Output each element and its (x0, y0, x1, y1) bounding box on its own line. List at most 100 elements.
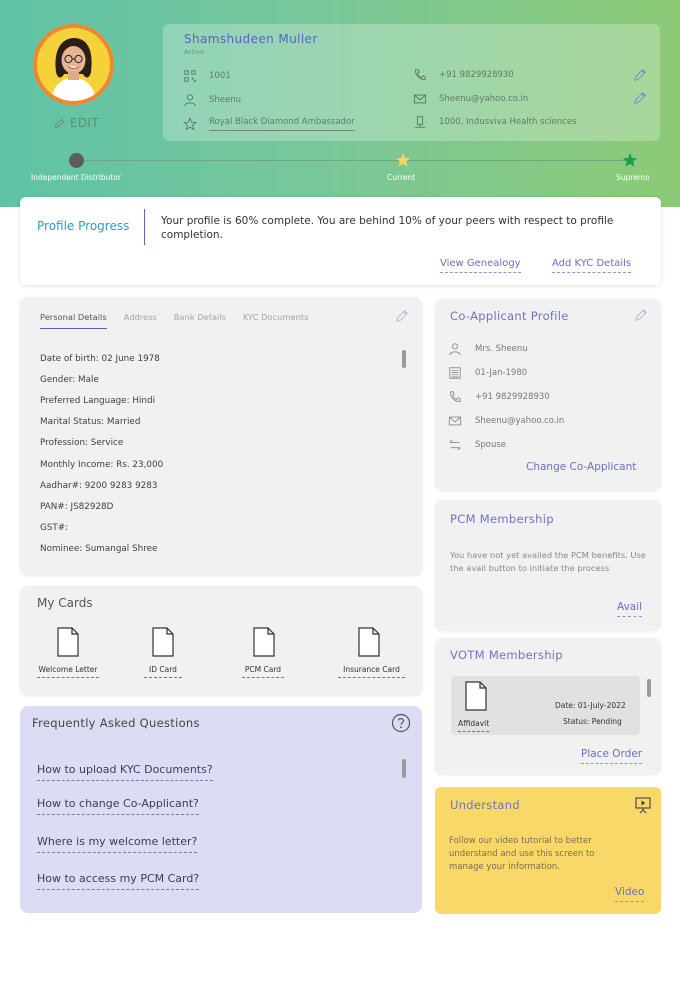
help-icon[interactable] (391, 713, 411, 733)
company-name: 1000, Indusviva Health sciences (439, 117, 577, 127)
personal-details-card: Personal Details Address Bank Details KY… (20, 297, 422, 575)
edit-phone-icon[interactable] (633, 68, 647, 82)
faq-scrollbar[interactable] (402, 759, 406, 778)
edit-co-applicant-icon[interactable] (634, 308, 648, 322)
insurance-card-icon[interactable] (358, 627, 380, 657)
person-icon (449, 343, 461, 356)
sponsor-name: Sheenu (209, 95, 242, 105)
tracker-end-label: Supremo (616, 173, 650, 182)
votm-membership-card: VOTM Membership Affidavit Date: 01-July-… (435, 638, 661, 774)
co-applicant-name-row: Mrs. Sheenu (448, 342, 528, 356)
detail-row: Aadhar#: 9200 9283 9283 (40, 481, 158, 491)
edit-profile-button[interactable]: EDIT (54, 116, 99, 130)
pencil-icon (54, 118, 65, 128)
rank-row: Royal Black Diamond Ambassador (183, 117, 355, 131)
email-row: Sheenu@yahoo.co.in (413, 92, 528, 106)
building-icon (414, 116, 426, 128)
edit-details-icon[interactable] (395, 309, 409, 323)
user-id-row: 1001 (183, 69, 231, 83)
id-card-icon[interactable] (152, 627, 174, 657)
change-co-applicant-link[interactable]: Change Co-Applicant (526, 461, 636, 473)
faq-question[interactable]: How to access my PCM Card? (37, 872, 200, 890)
tab-address[interactable]: Address (124, 312, 157, 329)
co-applicant-dob-row: 01-Jan-1980 (448, 366, 527, 380)
pcm-card-label[interactable]: PCM Card (242, 665, 284, 678)
phone-number: +91 9829928930 (439, 70, 514, 80)
affidavit-icon (465, 681, 487, 711)
faq-title: Frequently Asked Questions (32, 716, 200, 730)
co-applicant-phone-row: +91 9829928930 (448, 390, 550, 404)
welcome-letter-icon[interactable] (57, 627, 79, 657)
insurance-card-label[interactable]: Insurance Card (338, 665, 405, 678)
detail-row: Profession: Service (40, 438, 124, 448)
detail-row: Nominee: Sumangal Shree (40, 544, 158, 554)
divider (144, 209, 145, 245)
tab-bank-details[interactable]: Bank Details (174, 312, 226, 329)
user-name: Shamshudeen Muller (184, 32, 318, 46)
profile-progress-title: Profile Progress (37, 219, 130, 233)
tracker-start-label: Independent Distributor (31, 173, 121, 182)
faq-question[interactable]: Where is my welcome letter? (37, 835, 198, 853)
detail-row: Marital Status: Married (40, 417, 141, 427)
profile-progress-text: Your profile is 60% complete. You are be… (161, 215, 614, 241)
understand-text: Follow our video tutorial to better unde… (449, 836, 595, 872)
view-genealogy-link[interactable]: View Genealogy (440, 258, 521, 273)
place-order-button[interactable]: Place Order (581, 748, 643, 764)
my-cards-card: My Cards Welcome Letter ID Card PCM Card… (20, 586, 422, 695)
video-presentation-icon[interactable] (634, 796, 652, 814)
pcm-card-icon[interactable] (253, 627, 275, 657)
tab-personal-details[interactable]: Personal Details (40, 312, 107, 329)
votm-title: VOTM Membership (450, 648, 563, 662)
faq-card: Frequently Asked Questions How to upload… (20, 706, 422, 913)
pcm-membership-card: PCM Membership You have not yet availed … (435, 500, 661, 630)
company-row: 1000, Indusviva Health sciences (413, 115, 577, 129)
avatar-photo (37, 28, 110, 101)
star-icon (183, 117, 197, 131)
rank-track (76, 160, 630, 161)
current-star-icon (395, 153, 411, 167)
mail-icon (448, 416, 462, 426)
co-applicant-relation: Spouse (475, 440, 507, 450)
co-applicant-name: Mrs. Sheenu (475, 344, 528, 354)
welcome-letter-label[interactable]: Welcome Letter (37, 665, 99, 678)
votm-document-tile[interactable]: Affidavit Date: 01-July-2022 Status: Pen… (451, 676, 640, 735)
email-address: Sheenu@yahoo.co.in (439, 94, 529, 104)
id-card-label[interactable]: ID Card (144, 665, 182, 678)
avail-button[interactable]: Avail (617, 601, 643, 617)
video-link[interactable]: Video (615, 886, 645, 902)
co-applicant-email: Sheenu@yahoo.co.in (475, 416, 565, 426)
qr-code-icon (184, 70, 196, 82)
faq-question[interactable]: How to change Co-Applicant? (37, 797, 199, 815)
faq-question[interactable]: How to upload KYC Documents? (37, 763, 213, 781)
pcm-text: You have not yet availed the PCM benefit… (450, 550, 646, 573)
pcm-title: PCM Membership (450, 512, 554, 526)
co-applicant-relation-row: Spouse (448, 438, 506, 452)
detail-row: Preferred Language: Hindi (40, 396, 156, 406)
phone-row: +91 9829928930 (413, 68, 514, 82)
supremo-star-icon (622, 153, 638, 167)
detail-row: PAN#: JS82928D (40, 502, 114, 512)
understand-card: Understand Follow our video tutorial to … (435, 787, 661, 914)
details-tabs: Personal Details Address Bank Details KY… (40, 312, 308, 329)
details-scrollbar[interactable] (402, 350, 406, 368)
detail-row: Monthly Income: Rs. 23,000 (40, 460, 164, 470)
sponsor-row: Sheenu (183, 93, 241, 107)
votm-scrollbar[interactable] (647, 679, 651, 697)
tab-kyc-documents[interactable]: KYC Documents (243, 312, 309, 329)
user-status: Active (184, 48, 205, 56)
detail-row: GST#: (40, 523, 69, 533)
user-info-card: Shamshudeen Muller Active 1001 Sheenu Ro… (163, 24, 660, 141)
start-marker (69, 153, 84, 168)
detail-row: Gender: Male (40, 375, 99, 385)
profile-progress-card: Profile Progress Your profile is 60% com… (20, 197, 661, 285)
calendar-icon (449, 367, 461, 379)
co-applicant-phone: +91 9829928930 (475, 392, 550, 402)
votm-date: Date: 01-July-2022 (555, 701, 626, 710)
edit-label: EDIT (70, 116, 99, 130)
user-id: 1001 (209, 71, 231, 81)
mail-icon (413, 94, 427, 104)
edit-email-icon[interactable] (633, 91, 647, 105)
add-kyc-link[interactable]: Add KYC Details (552, 258, 632, 273)
tracker-current-label: Current (387, 173, 416, 182)
co-applicant-card: Co-Applicant Profile Mrs. Sheenu 01-Jan-… (435, 299, 661, 490)
